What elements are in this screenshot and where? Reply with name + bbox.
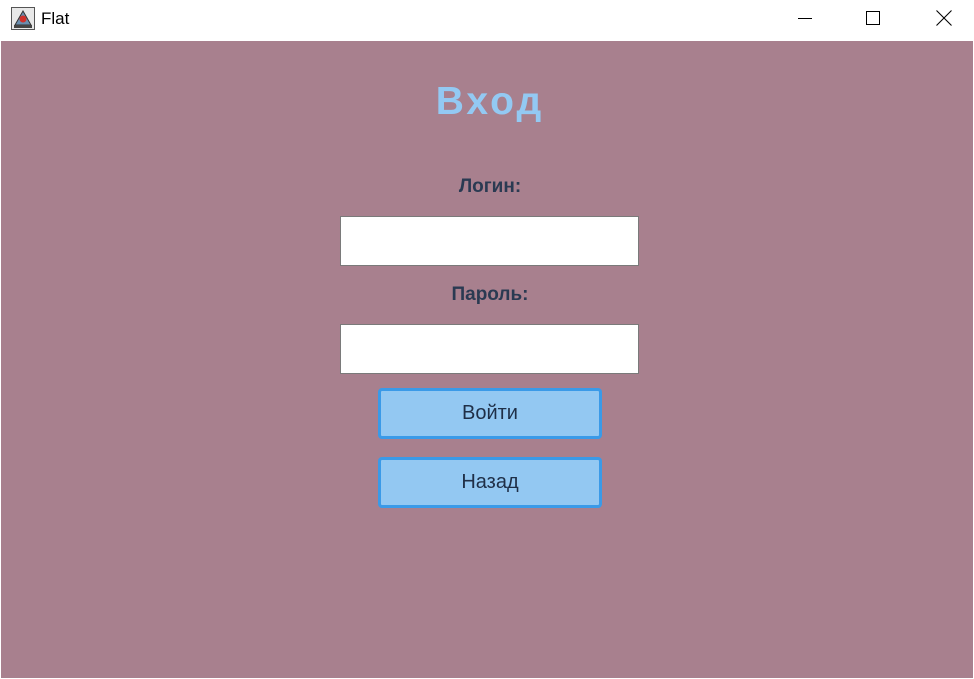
window-title: Flat — [41, 9, 70, 28]
login-button[interactable]: Войти — [378, 388, 602, 439]
close-icon — [936, 9, 952, 31]
minimize-button[interactable] — [782, 0, 828, 40]
app-window: Flat Вход Логин: Пароль: Войти Назад — [0, 0, 974, 679]
login-panel: Вход Логин: Пароль: Войти Назад — [1, 41, 973, 678]
password-input[interactable] — [340, 324, 639, 374]
login-input[interactable] — [340, 216, 639, 266]
back-button[interactable]: Назад — [378, 457, 602, 508]
title-bar[interactable]: Flat — [0, 0, 974, 40]
maximize-icon — [866, 10, 880, 30]
maximize-button[interactable] — [850, 0, 896, 40]
minimize-icon — [798, 11, 812, 30]
login-label: Логин: — [458, 176, 522, 197]
java-app-icon — [11, 7, 35, 30]
password-label: Пароль: — [451, 284, 529, 305]
close-button[interactable] — [921, 0, 967, 40]
page-title: Вход — [435, 80, 545, 123]
